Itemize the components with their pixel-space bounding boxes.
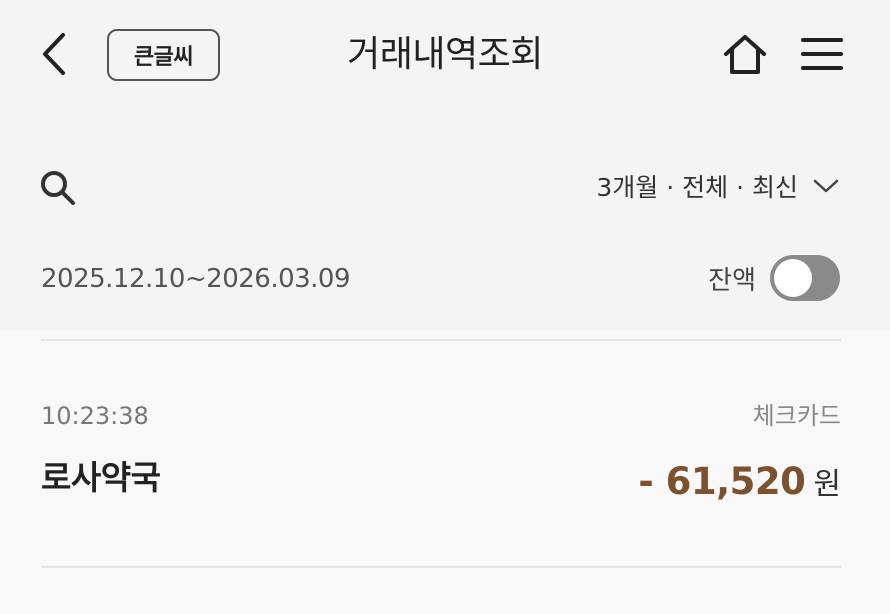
- divider: [41, 339, 841, 341]
- filter-dropdown[interactable]: 3개월 · 전체 · 최신: [596, 166, 840, 206]
- balance-toggle[interactable]: [770, 255, 840, 301]
- big-font-button[interactable]: 큰글씨: [107, 29, 220, 81]
- back-button[interactable]: [34, 30, 74, 78]
- amount-value: - 61,520: [638, 460, 806, 503]
- menu-button[interactable]: [798, 30, 846, 78]
- filter-label: 3개월 · 전체 · 최신: [596, 173, 798, 202]
- toggle-knob: [774, 259, 812, 297]
- home-icon: [724, 35, 766, 74]
- amount-unit: 원: [813, 467, 841, 502]
- transaction-row[interactable]: 10:23:38 체크카드 로사약국 - 61,520 원: [41, 380, 841, 530]
- back-arrow-icon: [43, 33, 65, 75]
- divider: [41, 566, 841, 568]
- transaction-merchant: 로사약국: [41, 458, 161, 497]
- balance-toggle-group: 잔액: [708, 255, 840, 301]
- date-range: 2025.12.10~2026.03.09: [41, 264, 351, 294]
- home-button[interactable]: [720, 30, 770, 78]
- chevron-down-icon: [813, 179, 839, 193]
- search-button[interactable]: [36, 166, 80, 210]
- balance-label: 잔액: [708, 265, 756, 296]
- transaction-time: 10:23:38: [41, 402, 149, 430]
- transaction-amount: - 61,520 원: [638, 460, 841, 507]
- page-title: 거래내역조회: [347, 34, 543, 75]
- transaction-type: 체크카드: [752, 402, 841, 430]
- hamburger-menu-icon: [801, 38, 843, 70]
- search-icon: [41, 171, 75, 205]
